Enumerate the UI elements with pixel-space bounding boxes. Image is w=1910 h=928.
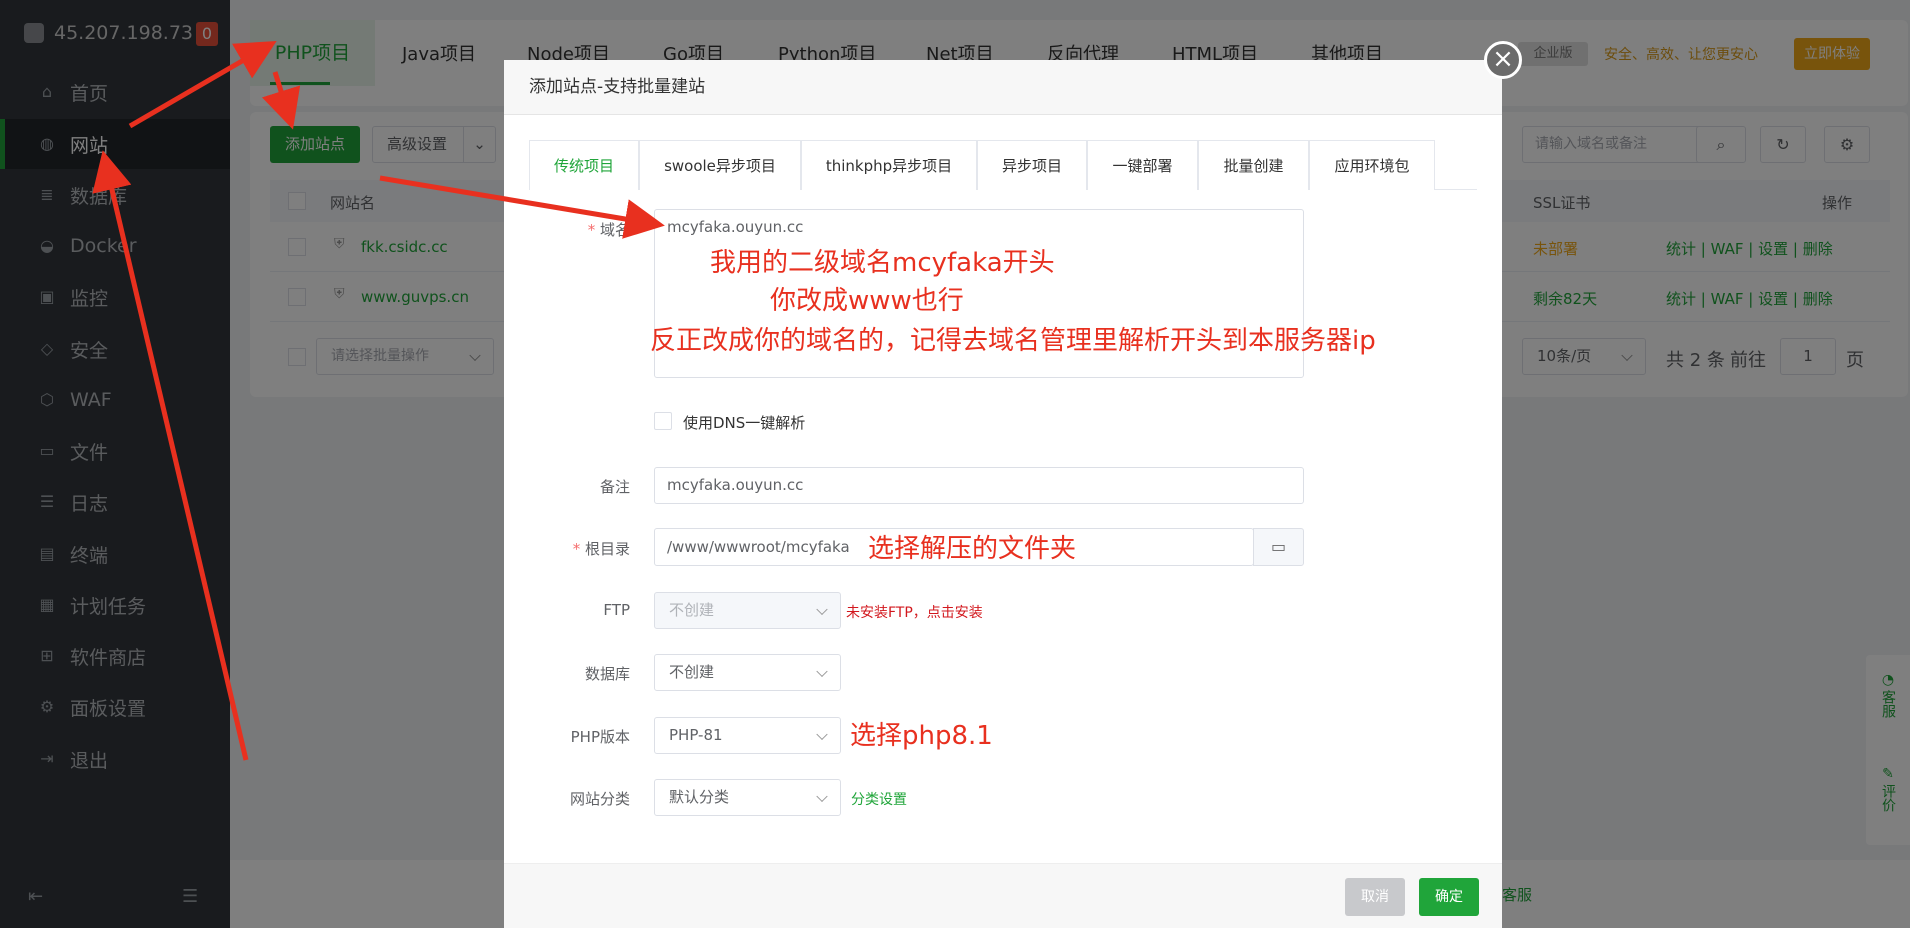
- arrow-to-add-site: [261, 71, 301, 130]
- arrow-to-php-tab: [128, 40, 277, 129]
- arrow-to-website-menu: [92, 150, 249, 761]
- annotation-arrows: [92, 40, 665, 761]
- arrow-to-domain: [379, 175, 665, 239]
